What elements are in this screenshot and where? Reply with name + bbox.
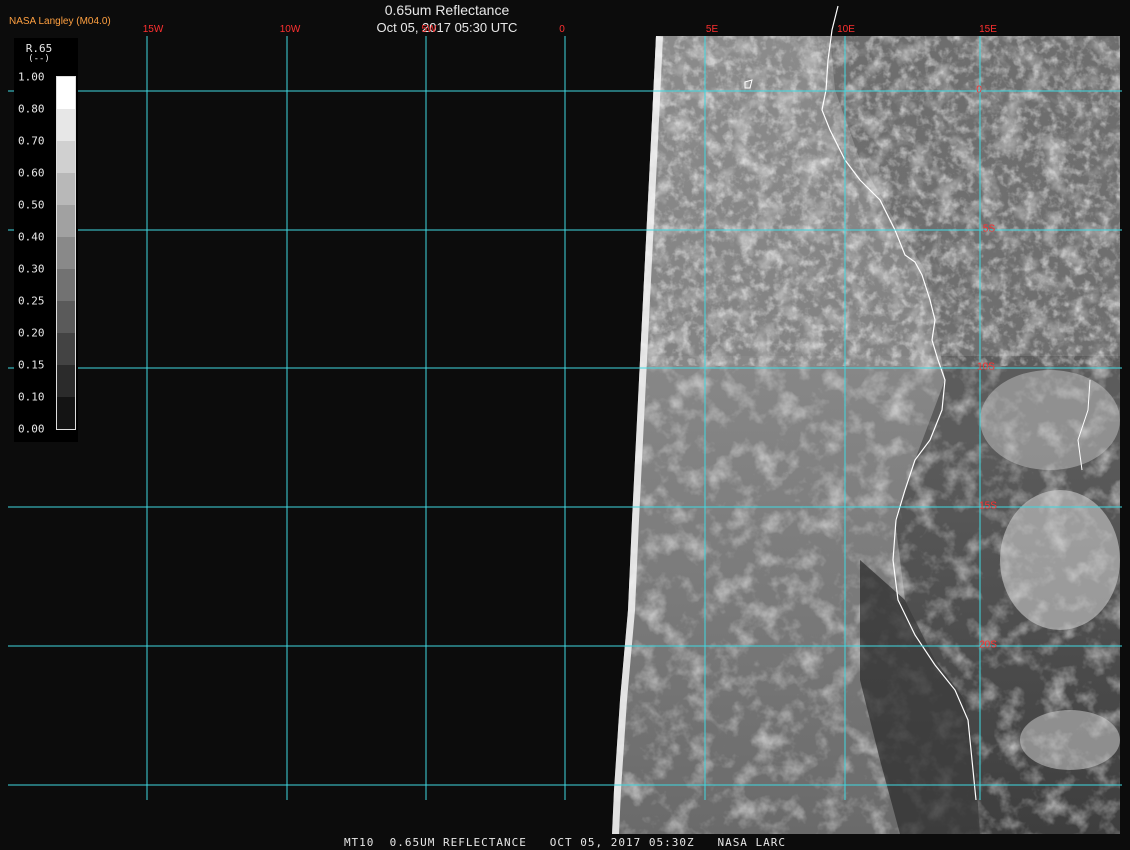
legend-tick-label: 1.00 — [18, 70, 45, 84]
longitude-label: 0 — [559, 24, 565, 35]
longitude-label: 15W — [142, 24, 164, 35]
legend-color-step — [57, 77, 75, 109]
image-title: 0.65um Reflectance — [384, 2, 510, 18]
legend-tick-label: 0.50 — [18, 198, 45, 212]
latitude-label: 5S — [982, 223, 996, 235]
legend-color-step — [57, 173, 75, 205]
longitude-label: 5E — [705, 24, 719, 35]
image-datetime: Oct 05, 2017 05:30 UTC — [376, 20, 518, 35]
legend-tick-label: 0.25 — [18, 294, 45, 308]
latitude-label: 20S — [979, 639, 997, 651]
legend-tick-label: 0.70 — [18, 134, 45, 148]
legend-tick-label: 0.80 — [18, 102, 45, 116]
legend-color-step — [57, 269, 75, 301]
legend-color-step — [57, 397, 75, 429]
legend-color-step — [57, 237, 75, 269]
longitude-label: 15E — [979, 24, 997, 35]
legend-tick-label: 0.10 — [18, 390, 45, 404]
legend-color-step — [57, 109, 75, 141]
footer-caption: MT10 0.65UM REFLECTANCE OCT 05, 2017 05:… — [343, 836, 787, 849]
legend-tick-label: 0.30 — [18, 262, 45, 276]
latitude-label: 0 — [976, 84, 982, 96]
latitude-label: 10S — [977, 361, 995, 373]
legend-tick-label: 0.15 — [18, 358, 45, 372]
satellite-map — [0, 0, 1130, 850]
legend-color-step — [57, 333, 75, 365]
legend-unit: (--) — [28, 54, 50, 64]
color-legend: R.65 (--) 1.00 0.80 0.70 0.60 0.50 0.40 0.30 0.… — [14, 38, 78, 442]
legend-tick-label: 0.40 — [18, 230, 45, 244]
legend-color-bar — [56, 76, 76, 430]
longitude-label: 10W — [279, 24, 301, 35]
latitude-label: 15S — [979, 500, 997, 512]
legend-color-step — [57, 205, 75, 237]
legend-tick-label: 0.20 — [18, 326, 45, 340]
longitude-label: 10E — [837, 24, 855, 35]
legend-color-step — [57, 301, 75, 333]
legend-color-step — [57, 141, 75, 173]
legend-color-step — [57, 365, 75, 397]
legend-tick-label: 0.60 — [18, 166, 45, 180]
legend-tick-label: 0.00 — [18, 422, 45, 436]
longitude-label: 5W — [421, 24, 437, 35]
